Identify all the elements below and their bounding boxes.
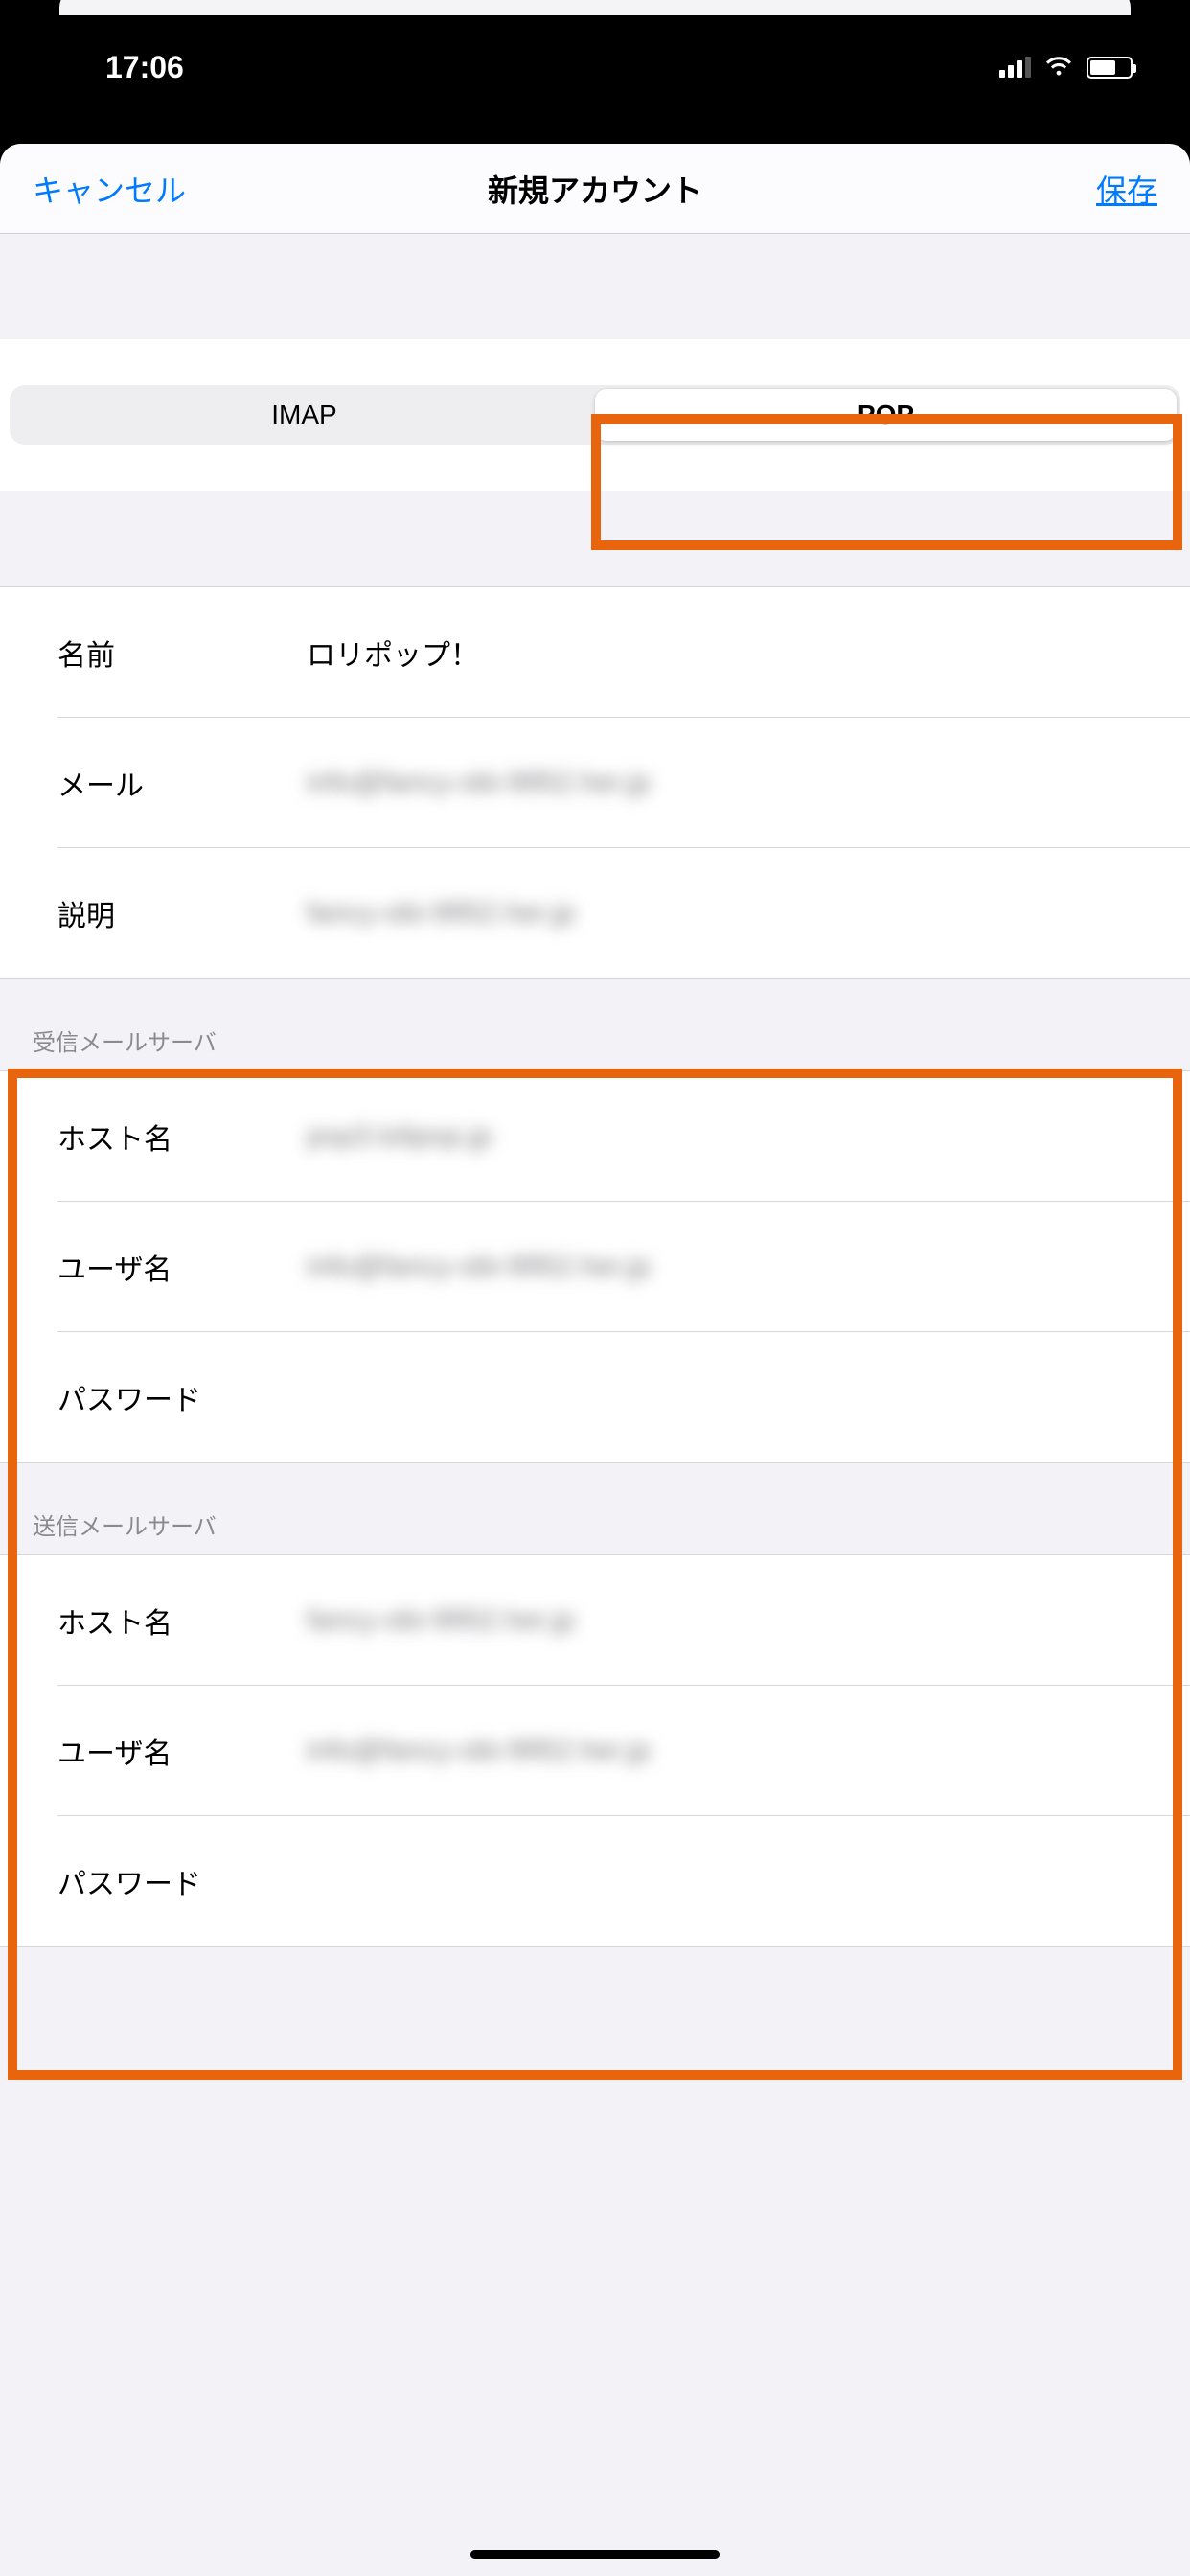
- email-value[interactable]: info@fancy-obi-9952.her.jp: [307, 767, 1157, 799]
- status-bar: 17:06: [0, 0, 1190, 142]
- incoming-server-group: ホスト名 pop3.lolipop.jp ユーザ名 info@fancy-obi…: [0, 1070, 1190, 1463]
- incoming-server-header: 受信メールサーバ: [0, 979, 1190, 1070]
- description-value[interactable]: fancy-obi-9952.her.jp: [307, 897, 1157, 930]
- wifi-icon: [1044, 57, 1073, 78]
- content-area: IMAP POP 名前 ロリポップ！ メール info@fancy-obi-99…: [0, 234, 1190, 1947]
- protocol-segmented-wrap: IMAP POP: [0, 339, 1190, 491]
- spacer: [0, 234, 1190, 339]
- incoming-user-label: ユーザ名: [57, 1246, 307, 1288]
- cancel-button[interactable]: キャンセル: [33, 167, 186, 211]
- segment-pop[interactable]: POP: [595, 389, 1177, 441]
- save-button[interactable]: 保存: [1096, 167, 1157, 211]
- outgoing-user-label: ユーザ名: [57, 1730, 307, 1772]
- incoming-host-value[interactable]: pop3.lolipop.jp: [307, 1120, 1157, 1153]
- row-incoming-password[interactable]: パスワード: [0, 1332, 1190, 1462]
- outgoing-password-label: パスワード: [57, 1860, 307, 1902]
- nav-bar: キャンセル 新規アカウント 保存: [0, 144, 1190, 234]
- name-label: 名前: [57, 632, 307, 674]
- row-outgoing-host[interactable]: ホスト名 fancy-obi-9952.her.jp: [0, 1555, 1190, 1686]
- outgoing-server-header: 送信メールサーバ: [0, 1463, 1190, 1554]
- incoming-user-value[interactable]: info@fancy-obi-9952.her.jp: [307, 1251, 1157, 1283]
- row-name[interactable]: 名前 ロリポップ！: [0, 587, 1190, 718]
- outgoing-user-value[interactable]: info@fancy-obi-9952.her.jp: [307, 1735, 1157, 1767]
- row-incoming-host[interactable]: ホスト名 pop3.lolipop.jp: [0, 1071, 1190, 1202]
- battery-icon: [1087, 57, 1133, 79]
- status-time: 17:06: [105, 50, 184, 85]
- name-value[interactable]: ロリポップ！: [307, 632, 1157, 674]
- cellular-signal-icon: [999, 57, 1031, 78]
- row-description[interactable]: 説明 fancy-obi-9952.her.jp: [0, 848, 1190, 978]
- background-card: [59, 0, 1131, 15]
- row-incoming-user[interactable]: ユーザ名 info@fancy-obi-9952.her.jp: [0, 1202, 1190, 1332]
- incoming-password-label: パスワード: [57, 1376, 307, 1418]
- protocol-segmented-control[interactable]: IMAP POP: [10, 385, 1180, 445]
- spacer: [0, 491, 1190, 586]
- modal-sheet: キャンセル 新規アカウント 保存 IMAP POP 名前 ロリポップ！ メール …: [0, 144, 1190, 2576]
- email-label: メール: [57, 762, 307, 804]
- outgoing-host-label: ホスト名: [57, 1599, 307, 1642]
- status-icons: [999, 57, 1133, 79]
- row-email[interactable]: メール info@fancy-obi-9952.her.jp: [0, 718, 1190, 848]
- description-label: 説明: [57, 892, 307, 934]
- row-outgoing-password[interactable]: パスワード: [0, 1816, 1190, 1946]
- segment-imap[interactable]: IMAP: [13, 389, 595, 441]
- account-group: 名前 ロリポップ！ メール info@fancy-obi-9952.her.jp…: [0, 586, 1190, 979]
- outgoing-server-group: ホスト名 fancy-obi-9952.her.jp ユーザ名 info@fan…: [0, 1554, 1190, 1947]
- page-title: 新規アカウント: [488, 167, 702, 211]
- home-indicator[interactable]: [470, 2550, 720, 2559]
- row-outgoing-user[interactable]: ユーザ名 info@fancy-obi-9952.her.jp: [0, 1686, 1190, 1816]
- outgoing-host-value[interactable]: fancy-obi-9952.her.jp: [307, 1604, 1157, 1637]
- incoming-host-label: ホスト名: [57, 1116, 307, 1158]
